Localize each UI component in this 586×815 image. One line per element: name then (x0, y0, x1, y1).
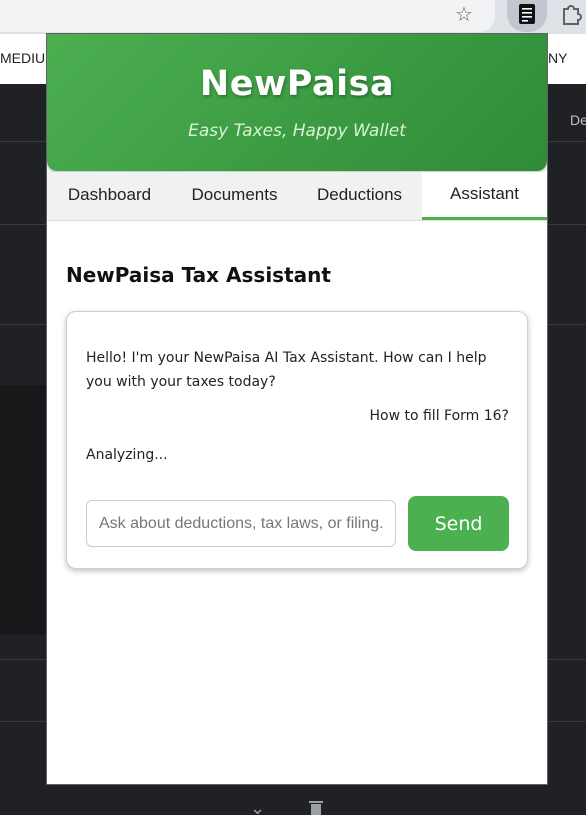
send-button[interactable]: Send (408, 496, 509, 551)
extension-popup: NewPaisa Easy Taxes, Happy Wallet Dashbo… (46, 33, 548, 785)
star-icon[interactable]: ☆ (452, 2, 476, 26)
extension-button-active[interactable] (507, 0, 547, 32)
trash-icon[interactable] (308, 800, 324, 815)
tab-deductions[interactable]: Deductions (297, 172, 422, 220)
tab-documents[interactable]: Documents (172, 172, 297, 220)
app-title: NewPaisa (199, 64, 395, 104)
address-bar[interactable] (0, 0, 495, 32)
chevron-down-icon[interactable]: ⌄ (250, 798, 265, 815)
browser-toolbar: ☆ (0, 0, 586, 34)
tab-assistant[interactable]: Assistant (422, 172, 547, 220)
status-message: Analyzing... (86, 447, 168, 463)
app-tagline: Easy Taxes, Happy Wallet (188, 121, 406, 141)
tab-bar: Dashboard Documents Deductions Assistant (47, 172, 547, 221)
app-header: NewPaisa Easy Taxes, Happy Wallet (47, 34, 547, 171)
bot-message: Hello! I'm your NewPaisa AI Tax Assistan… (86, 350, 487, 390)
background-text: De (570, 112, 586, 128)
user-message: How to fill Form 16? (369, 408, 509, 424)
chat-container: Hello! I'm your NewPaisa AI Tax Assistan… (66, 311, 528, 569)
chat-input[interactable] (86, 500, 396, 547)
section-title: NewPaisa Tax Assistant (66, 263, 331, 287)
document-icon (519, 4, 535, 24)
bookmark-item[interactable]: NY (548, 50, 567, 66)
assistant-panel: NewPaisa Tax Assistant Hello! I'm your N… (47, 221, 547, 784)
tab-dashboard[interactable]: Dashboard (47, 172, 172, 220)
puzzle-icon[interactable] (560, 3, 582, 25)
